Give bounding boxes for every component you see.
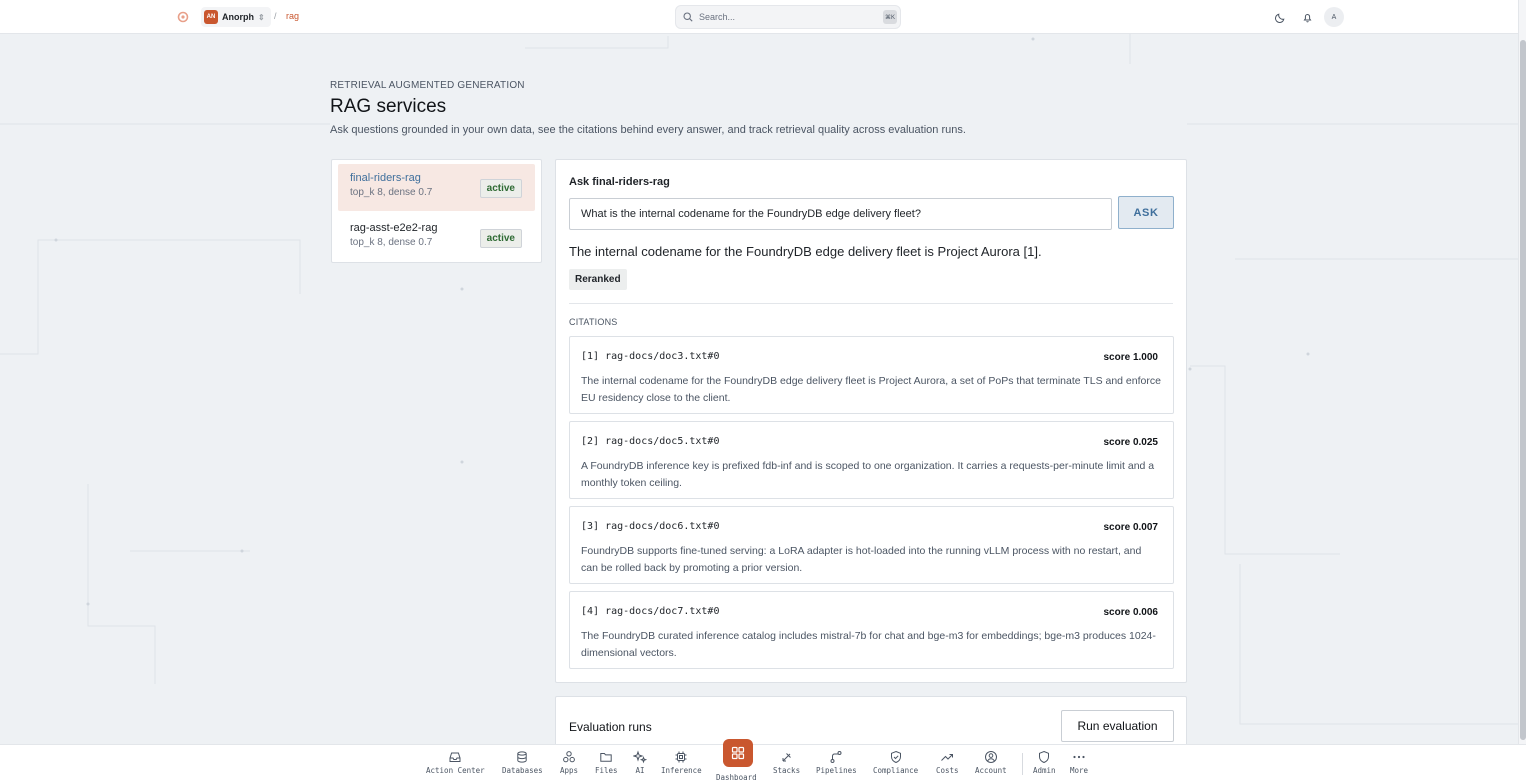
- chip-icon: [675, 751, 687, 763]
- dock-label: More: [1070, 766, 1089, 775]
- dock-item-pipelines[interactable]: Pipelines: [816, 750, 857, 775]
- ask-title: Ask final-riders-rag: [569, 176, 670, 188]
- dock-item-stacks[interactable]: Stacks: [773, 750, 800, 775]
- dock-label: Files: [595, 766, 618, 775]
- dock-label: Pipelines: [816, 766, 857, 775]
- scrollbar-thumb[interactable]: [1520, 40, 1526, 740]
- dock-item-account[interactable]: Account: [975, 750, 1007, 775]
- run-evaluation-button[interactable]: Run evaluation: [1061, 710, 1174, 742]
- org-name: Anorph: [222, 12, 254, 22]
- citation-score: score 0.006: [1103, 607, 1159, 618]
- inbox-icon: [449, 752, 461, 762]
- shield-icon: [890, 750, 901, 764]
- user-avatar[interactable]: A: [1324, 7, 1344, 27]
- more-icon: [1073, 755, 1085, 759]
- dock-item-apps[interactable]: Apps: [560, 750, 578, 775]
- search-shortcut: ⌘K: [883, 10, 897, 24]
- citation-text: The internal codename for the FoundryDB …: [581, 375, 1161, 404]
- citation-card[interactable]: [4] rag-docs/doc7.txt#0 score 0.006 The …: [569, 591, 1174, 669]
- citation-source: [3] rag-docs/doc6.txt#0: [581, 521, 720, 532]
- dock-label: Apps: [560, 766, 579, 775]
- apps-icon: [563, 751, 575, 763]
- dock-item-files[interactable]: Files: [595, 750, 618, 775]
- ask-button[interactable]: ASK: [1118, 196, 1174, 229]
- dock-item-inference[interactable]: Inference: [661, 750, 702, 775]
- citation-card[interactable]: [2] rag-docs/doc5.txt#0 score 0.025 A Fo…: [569, 421, 1174, 499]
- page-eyebrow: RETRIEVAL AUGMENTED GENERATION: [330, 80, 525, 91]
- dock-label: Inference: [661, 766, 702, 775]
- citation-source: [2] rag-docs/doc5.txt#0: [581, 436, 720, 447]
- citation-source: [4] rag-docs/doc7.txt#0: [581, 606, 720, 617]
- folder-icon: [600, 753, 612, 762]
- rag-service-item[interactable]: rag-asst-e2e2-rag top_k 8, dense 0.7 act…: [338, 214, 535, 261]
- dock-item-admin[interactable]: Admin: [1033, 750, 1056, 775]
- citation-card[interactable]: [1] rag-docs/doc3.txt#0 score 1.000 The …: [569, 336, 1174, 414]
- chevron-updown-icon: ⇕: [258, 12, 265, 22]
- citations-list: [1] rag-docs/doc3.txt#0 score 1.000 The …: [569, 336, 1174, 676]
- search-input[interactable]: Search... ⌘K: [675, 5, 901, 29]
- breadcrumb-separator: /: [274, 11, 277, 21]
- shield-check-icon: [1039, 750, 1050, 764]
- evaluation-title: Evaluation runs: [569, 720, 652, 734]
- dock-item-ai[interactable]: AI: [633, 750, 647, 775]
- stacks-icon: [782, 753, 791, 762]
- dock-item-compliance[interactable]: Compliance: [873, 750, 918, 775]
- dock-label: AI: [635, 766, 645, 775]
- citation-score: score 1.000: [1103, 352, 1159, 363]
- question-input[interactable]: [569, 198, 1112, 230]
- dock-label: Costs: [936, 766, 959, 775]
- page-description: Ask questions grounded in your own data,…: [330, 124, 966, 136]
- dock-item-action-center[interactable]: Action Center: [426, 750, 485, 775]
- rag-service-list: final-riders-rag top_k 8, dense 0.7 acti…: [331, 159, 542, 263]
- org-avatar: AN: [204, 10, 218, 24]
- ask-panel: Ask final-riders-rag ASK The internal co…: [555, 159, 1187, 683]
- sparkle-icon: [633, 750, 647, 764]
- citation-text: A FoundryDB inference key is prefixed fd…: [581, 460, 1155, 489]
- status-badge: active: [479, 229, 522, 248]
- app-logo-icon[interactable]: [177, 11, 189, 23]
- answer-text: The internal codename for the FoundryDB …: [569, 244, 1042, 259]
- dock-label: Account: [975, 766, 1007, 775]
- grid-icon: [731, 746, 745, 760]
- citations-heading: CITATIONS: [569, 317, 618, 327]
- dock-item-dashboard[interactable]: [723, 739, 753, 767]
- search-placeholder: Search...: [699, 12, 736, 22]
- bottom-dock: Action Center Databases Apps Files AI In…: [0, 739, 1526, 784]
- dock-label: Action Center: [426, 766, 485, 775]
- dock-item-more[interactable]: More: [1070, 750, 1088, 775]
- dock-label: Databases: [502, 766, 543, 775]
- dock-label: Stacks: [773, 766, 801, 775]
- divider: [569, 303, 1173, 304]
- notifications-bell-icon[interactable]: [1299, 9, 1315, 25]
- search-icon: [683, 12, 693, 22]
- breadcrumb-current[interactable]: rag: [286, 11, 299, 21]
- theme-toggle-moon-icon[interactable]: [1272, 9, 1288, 25]
- dock-item-costs[interactable]: Costs: [936, 750, 959, 775]
- citation-text: FoundryDB supports fine-tuned serving: a…: [581, 545, 1142, 574]
- pipeline-icon: [830, 751, 842, 763]
- rag-service-item[interactable]: final-riders-rag top_k 8, dense 0.7 acti…: [338, 164, 535, 211]
- dock-separator: [1022, 753, 1023, 775]
- page-scrollbar[interactable]: [1518, 0, 1526, 744]
- citation-source: [1] rag-docs/doc3.txt#0: [581, 351, 720, 362]
- database-icon: [517, 751, 528, 763]
- dock-label: Dashboard: [716, 773, 757, 782]
- user-circle-icon: [984, 751, 997, 763]
- status-badge: active: [479, 179, 522, 198]
- trend-icon: [941, 754, 954, 761]
- top-bar: AN Anorph ⇕ / rag Search... ⌘K A: [0, 0, 1518, 34]
- page-title: RAG services: [330, 96, 447, 117]
- dock-label: Admin: [1033, 766, 1056, 775]
- reranked-badge: Reranked: [569, 269, 627, 290]
- org-switcher[interactable]: AN Anorph ⇕: [201, 7, 271, 27]
- citation-score: score 0.007: [1103, 522, 1159, 533]
- dock-label: Compliance: [873, 766, 919, 775]
- dock-item-databases[interactable]: Databases: [502, 750, 543, 775]
- citation-text: The FoundryDB curated inference catalog …: [581, 630, 1156, 659]
- citation-score: score 0.025: [1103, 437, 1159, 448]
- citation-card[interactable]: [3] rag-docs/doc6.txt#0 score 0.007 Foun…: [569, 506, 1174, 584]
